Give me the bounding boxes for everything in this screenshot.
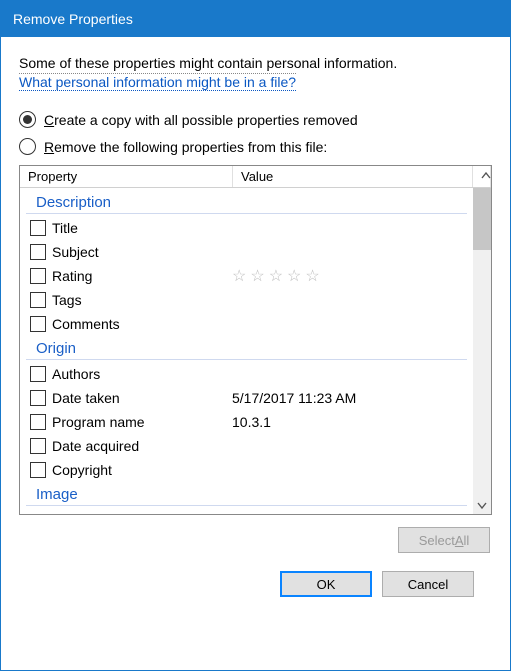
property-row[interactable]: Tags [20, 288, 473, 312]
column-value[interactable]: Value [233, 166, 473, 187]
checkbox[interactable] [30, 462, 46, 478]
property-label: Program name [52, 414, 232, 430]
scroll-down-icon[interactable] [473, 496, 491, 514]
property-label: Copyright [52, 462, 232, 478]
property-label: Title [52, 220, 232, 236]
checkbox[interactable] [30, 366, 46, 382]
checkbox[interactable] [30, 292, 46, 308]
ok-button[interactable]: OK [280, 571, 372, 597]
rating-stars: ☆☆☆☆☆ [232, 268, 324, 285]
radio-icon [19, 111, 36, 128]
checkbox[interactable] [30, 220, 46, 236]
cancel-button[interactable]: Cancel [382, 571, 474, 597]
checkbox[interactable] [30, 390, 46, 406]
property-label: Tags [52, 292, 232, 308]
list-header: Property Value [20, 166, 491, 188]
radio-remove-following[interactable]: Remove the following properties from thi… [19, 138, 492, 155]
checkbox[interactable] [30, 438, 46, 454]
group-header: Origin [26, 338, 467, 360]
property-row[interactable]: Comments [20, 312, 473, 336]
property-value: 10.3.1 [232, 414, 473, 430]
window-title: Remove Properties [13, 11, 133, 27]
checkbox[interactable] [30, 244, 46, 260]
property-row[interactable]: Title [20, 216, 473, 240]
properties-list: Property Value Description Title Subject Ra… [19, 165, 492, 515]
property-value: 5/17/2017 11:23 AM [232, 390, 473, 406]
property-row[interactable]: Rating☆☆☆☆☆ [20, 264, 473, 288]
scroll-up-icon[interactable] [473, 166, 491, 187]
radio-label: Create a copy with all possible properti… [44, 112, 358, 128]
group-header: Description [26, 192, 467, 214]
property-row[interactable]: Subject [20, 240, 473, 264]
intro-text: Some of these properties might contain p… [19, 55, 492, 71]
property-row[interactable]: Date taken5/17/2017 11:23 AM [20, 386, 473, 410]
property-value: ☆☆☆☆☆ [232, 266, 473, 286]
column-property[interactable]: Property [20, 166, 233, 187]
checkbox[interactable] [30, 414, 46, 430]
scrollbar-track[interactable] [473, 188, 491, 496]
property-label: Subject [52, 244, 232, 260]
property-label: Date taken [52, 390, 232, 406]
select-all-button: Select All [398, 527, 490, 553]
scrollbar-thumb[interactable] [473, 188, 491, 250]
property-label: Authors [52, 366, 232, 382]
property-label: Comments [52, 316, 232, 332]
radio-create-copy[interactable]: Create a copy with all possible properti… [19, 111, 492, 128]
radio-icon [19, 138, 36, 155]
group-header: Image [26, 484, 467, 506]
property-row[interactable]: Program name10.3.1 [20, 410, 473, 434]
checkbox[interactable] [30, 316, 46, 332]
property-row[interactable]: Copyright [20, 458, 473, 482]
checkbox[interactable] [30, 268, 46, 284]
scrollbar[interactable] [473, 188, 491, 514]
property-label: Rating [52, 268, 232, 284]
title-bar[interactable]: Remove Properties [1, 1, 510, 37]
property-label: Date acquired [52, 438, 232, 454]
property-row[interactable]: Authors [20, 362, 473, 386]
personal-info-link[interactable]: What personal information might be in a … [19, 73, 296, 91]
radio-label: Remove the following properties from thi… [44, 139, 327, 155]
property-row[interactable]: Date acquired [20, 434, 473, 458]
